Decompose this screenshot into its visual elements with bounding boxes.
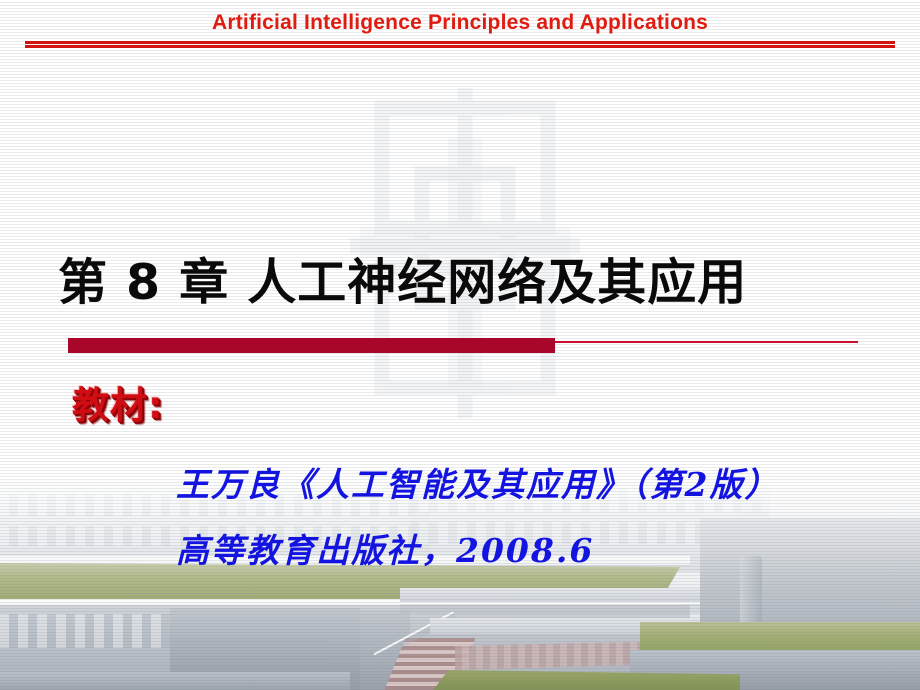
title-divider [68,338,858,354]
textbook-reference-line-1: 王万良《人工智能及其应用》（第2版） [176,465,780,504]
photo-canopy [400,588,700,602]
header-divider-rule [25,41,895,48]
photo-chimney [740,556,762,628]
photo-right-wall [700,518,920,626]
photo-foreground-building [0,672,350,690]
title-divider-thin-line [555,341,858,343]
chapter-title: 第 8 章 人工神经网络及其应用 [58,254,748,311]
page-header-title: Artificial Intelligence Principles and A… [211,11,709,34]
textbook-reference-line-2: 高等教育出版社，2008.6 [176,531,595,570]
photo-canopy-rail [400,602,700,614]
textbook-label: 教材: [72,384,164,427]
presentation-slide: Artificial Intelligence Principles and A… [0,0,920,690]
title-divider-thick-bar [68,338,555,353]
